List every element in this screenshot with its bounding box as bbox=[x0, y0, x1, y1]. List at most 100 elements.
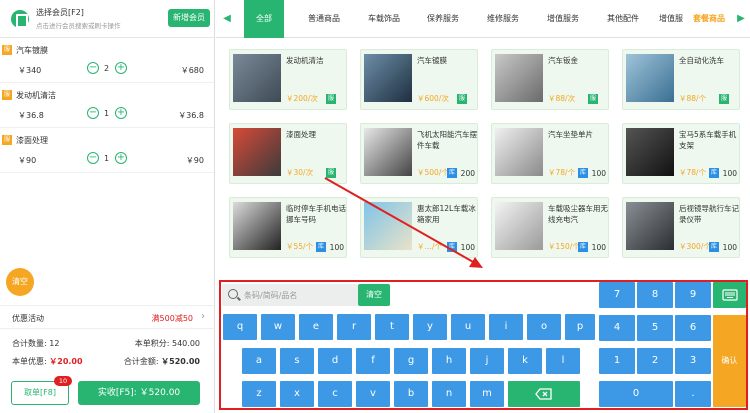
plus-icon[interactable]: + bbox=[115, 107, 127, 119]
confirm-button[interactable]: 确认 bbox=[713, 315, 746, 407]
key-5[interactable]: 5 bbox=[637, 315, 673, 341]
product-card[interactable]: 发动机清洁 ￥200/次 服 bbox=[229, 49, 347, 110]
key-1[interactable]: 1 bbox=[599, 348, 635, 374]
key-6[interactable]: 6 bbox=[675, 315, 711, 341]
member-selector[interactable]: 选择会员[F2] 点击进行会员搜索或刷卡操作 新增会员 bbox=[0, 0, 214, 38]
tab-repair[interactable]: 维修服务 bbox=[478, 0, 528, 38]
tab-value-added-2[interactable]: 增值服 bbox=[656, 0, 686, 38]
minus-icon[interactable]: − bbox=[87, 107, 99, 119]
product-image bbox=[364, 128, 412, 176]
key-a[interactable]: a bbox=[242, 348, 276, 374]
stock-count: 100 bbox=[591, 243, 606, 252]
key-t[interactable]: t bbox=[375, 314, 409, 340]
key-p[interactable]: p bbox=[565, 314, 595, 340]
key-k[interactable]: k bbox=[508, 348, 542, 374]
key-m[interactable]: m bbox=[470, 381, 504, 407]
key-c[interactable]: c bbox=[318, 381, 352, 407]
service-tag: 服 bbox=[2, 90, 12, 100]
product-card[interactable]: 汽车坐垫单片 ￥78/个 库 100 bbox=[491, 123, 609, 184]
cart-item-qty: 2 bbox=[104, 64, 110, 73]
key-7[interactable]: 7 bbox=[599, 282, 635, 308]
cart-item: 服 汽车镀膜 ￥340 − 2 + ￥680 bbox=[0, 38, 214, 83]
stock-badge: 库 bbox=[447, 168, 457, 178]
search-input[interactable]: 条码/简码/品名 bbox=[222, 284, 358, 306]
key-9[interactable]: 9 bbox=[675, 282, 711, 308]
product-card[interactable]: 汽车镀膜 ￥600/次 服 bbox=[360, 49, 478, 110]
hold-count-badge: 10 bbox=[54, 376, 72, 386]
cart-item-qty: 1 bbox=[104, 154, 110, 163]
clear-cart-button[interactable]: 清空 bbox=[6, 268, 34, 296]
key-u[interactable]: u bbox=[451, 314, 485, 340]
key-q[interactable]: q bbox=[223, 314, 257, 340]
product-card[interactable]: 后视镜导航行车记录仪带 ￥300/个 库 100 bbox=[622, 197, 740, 258]
key-0[interactable]: 0 bbox=[599, 381, 673, 407]
backspace-icon bbox=[535, 388, 552, 400]
tab-car-accessories[interactable]: 车载饰品 bbox=[359, 0, 409, 38]
pay-button[interactable]: 实收[F5]: ￥520.00 bbox=[78, 381, 200, 405]
stock-count: 200 bbox=[460, 169, 475, 178]
key-v[interactable]: v bbox=[356, 381, 390, 407]
stock-badge: 库 bbox=[709, 168, 719, 178]
key-i[interactable]: i bbox=[489, 314, 523, 340]
stock-badge: 库 bbox=[709, 242, 719, 252]
minus-icon[interactable]: − bbox=[87, 152, 99, 164]
cart-item: 服 发动机清洁 ￥36.8 − 1 + ￥36.8 bbox=[0, 83, 214, 128]
key-dot[interactable]: . bbox=[675, 381, 711, 407]
cart-item-subtotal: ￥680 bbox=[180, 66, 204, 75]
product-card[interactable]: 汽车钣金 ￥88/次 服 bbox=[491, 49, 609, 110]
plus-icon[interactable]: + bbox=[115, 152, 127, 164]
key-s[interactable]: s bbox=[280, 348, 314, 374]
key-b[interactable]: b bbox=[394, 381, 428, 407]
product-card[interactable]: 惠太郎12L车载冰箱家用 ￥…/个 库 100 bbox=[360, 197, 478, 258]
stock-count: 100 bbox=[722, 243, 737, 252]
key-y[interactable]: y bbox=[413, 314, 447, 340]
add-member-button[interactable]: 新增会员 bbox=[168, 9, 210, 27]
tab-maintenance[interactable]: 保养服务 bbox=[418, 0, 468, 38]
product-card[interactable]: 飞机太阳能汽车摆件车载 ￥500/个 库 200 bbox=[360, 123, 478, 184]
key-4[interactable]: 4 bbox=[599, 315, 635, 341]
tab-package[interactable]: 套餐商品 bbox=[688, 0, 730, 38]
key-j[interactable]: j bbox=[470, 348, 504, 374]
tab-all[interactable]: 全部 bbox=[244, 0, 284, 38]
keyboard-toggle-button[interactable] bbox=[713, 282, 746, 308]
keyboard-clear-button[interactable]: 清空 bbox=[358, 284, 390, 306]
promo-row[interactable]: 优惠活动 满500减50 › bbox=[0, 305, 215, 329]
summary-points: 本单积分: 540.00 bbox=[134, 339, 200, 348]
key-e[interactable]: e bbox=[299, 314, 333, 340]
key-z[interactable]: z bbox=[242, 381, 276, 407]
member-subtitle: 点击进行会员搜索或刷卡操作 bbox=[36, 22, 121, 30]
key-n[interactable]: n bbox=[432, 381, 466, 407]
product-card[interactable]: 宝马5系车载手机支架 ￥78/个 库 100 bbox=[622, 123, 740, 184]
key-8[interactable]: 8 bbox=[637, 282, 673, 308]
key-d[interactable]: d bbox=[318, 348, 352, 374]
product-card[interactable]: 全自动化洗车 ￥88/个 服 bbox=[622, 49, 740, 110]
key-3[interactable]: 3 bbox=[675, 348, 711, 374]
chevron-left-icon[interactable]: ◀ bbox=[220, 0, 234, 38]
service-badge: 服 bbox=[588, 94, 598, 104]
key-2[interactable]: 2 bbox=[637, 348, 673, 374]
tab-regular[interactable]: 普通商品 bbox=[298, 0, 350, 38]
key-f[interactable]: f bbox=[356, 348, 390, 374]
product-card[interactable]: 漆面处理 ￥30/次 服 bbox=[229, 123, 347, 184]
tab-other-parts[interactable]: 其他配件 bbox=[598, 0, 648, 38]
product-image bbox=[364, 202, 412, 250]
stock-count: 100 bbox=[591, 169, 606, 178]
key-w[interactable]: w bbox=[261, 314, 295, 340]
tab-value-added[interactable]: 增值服务 bbox=[538, 0, 588, 38]
product-card[interactable]: 临时停车手机电话挪车号码 ￥55/个 库 100 bbox=[229, 197, 347, 258]
key-r[interactable]: r bbox=[337, 314, 371, 340]
service-tag: 服 bbox=[2, 45, 12, 55]
summary-discount: 本单优惠: ￥20.00 bbox=[12, 357, 83, 366]
key-x[interactable]: x bbox=[280, 381, 314, 407]
key-l[interactable]: l bbox=[546, 348, 580, 374]
key-o[interactable]: o bbox=[527, 314, 561, 340]
key-h[interactable]: h bbox=[432, 348, 466, 374]
plus-icon[interactable]: + bbox=[115, 62, 127, 74]
cart-item-subtotal: ￥90 bbox=[185, 156, 204, 165]
chevron-right-icon[interactable]: ▶ bbox=[734, 0, 748, 38]
member-title: 选择会员[F2] bbox=[36, 8, 84, 17]
product-card[interactable]: 车载吸尘器车用无线充电汽 ￥150/个 库 100 bbox=[491, 197, 609, 258]
minus-icon[interactable]: − bbox=[87, 62, 99, 74]
backspace-key[interactable] bbox=[508, 381, 580, 407]
key-g[interactable]: g bbox=[394, 348, 428, 374]
